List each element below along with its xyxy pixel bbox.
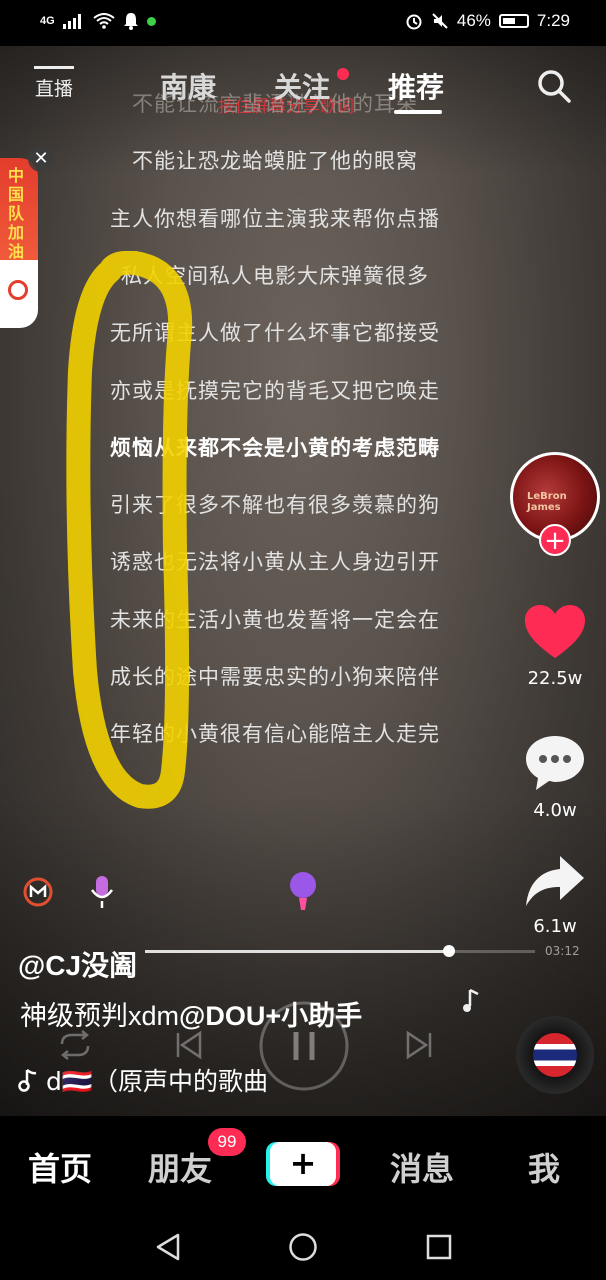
pause-icon[interactable] [258, 1000, 350, 1092]
tab-me[interactable]: 我 [528, 1144, 560, 1190]
green-status-dot [146, 16, 156, 26]
video-player[interactable]: 按住屏幕分享歌词 不能让流言蜚语进入他的耳朵 不能让恐龙蛤蟆脏了他的眼窝 主人你想看… [0, 46, 606, 1116]
music-info[interactable]: d🇹🇭（原声中的歌曲 [18, 1062, 268, 1098]
music-title: d🇹🇭（原声中的歌曲 [46, 1067, 268, 1096]
comment-icon [526, 736, 584, 790]
previous-track-icon[interactable] [174, 1030, 204, 1060]
promo-logo [8, 280, 28, 300]
tab-recommend[interactable]: 推荐 [388, 66, 444, 106]
recents-icon[interactable] [425, 1233, 453, 1261]
promo-text: 中国队加油 [7, 166, 24, 261]
tab-messages[interactable]: 消息 [390, 1144, 454, 1190]
progress-knob[interactable] [443, 945, 456, 957]
disc-cover [533, 1033, 577, 1077]
tab-home-label: 首页 [28, 1150, 93, 1188]
loop-icon[interactable] [58, 1030, 92, 1060]
battery-percent: 46% [456, 11, 491, 30]
comment-button[interactable]: 4.0w [510, 734, 600, 821]
music-note-floating-icon [463, 988, 479, 1012]
battery-icon [498, 14, 529, 28]
active-tab-indicator [394, 110, 442, 114]
tab-messages-label: 消息 [390, 1150, 455, 1188]
back-icon[interactable] [154, 1232, 182, 1262]
clock: 7:29 [536, 11, 570, 30]
top-nav: 直播 南康 关注 推荐 [0, 62, 606, 114]
status-right: 46% 7:29 [405, 11, 570, 31]
duration-label: 03:12 [545, 944, 580, 958]
signal-indicator: 4G [40, 15, 55, 27]
highlight-scribble [66, 251, 193, 809]
effect-m-icon[interactable] [22, 876, 54, 908]
share-count: 6.1w [533, 916, 577, 937]
system-nav-bar [0, 1212, 606, 1280]
tab-following[interactable]: 关注 [274, 66, 330, 106]
tab-home[interactable]: 首页 [28, 1144, 92, 1190]
tab-recommend-label: 推荐 [388, 71, 445, 104]
tab-local[interactable]: 南康 [160, 66, 216, 106]
tab-friends-label: 朋友 [148, 1150, 213, 1188]
notification-bell-icon [123, 13, 138, 30]
close-icon[interactable]: ✕ [28, 146, 54, 172]
author-name[interactable]: @CJ没阖 [18, 944, 137, 984]
status-left: 4G [40, 12, 156, 30]
following-new-dot [337, 68, 349, 80]
heart-icon [525, 605, 585, 658]
like-button[interactable]: 22.5w [510, 604, 600, 689]
music-note-icon [18, 1069, 37, 1092]
lyric-line[interactable]: 主人你想看哪位主演我来帮你点播 [0, 203, 606, 233]
promo-banner[interactable]: 中国队加油 [0, 158, 38, 328]
avatar-text: LeBron James [527, 491, 567, 513]
friends-badge: 99 [208, 1128, 246, 1156]
playback-progress[interactable] [145, 945, 535, 957]
comment-count: 4.0w [533, 800, 577, 821]
mute-icon [432, 13, 448, 29]
wifi-icon [93, 13, 115, 29]
bottom-tab-bar: 首页 朋友 99 + 消息 我 [0, 1116, 606, 1212]
like-count: 22.5w [527, 668, 583, 689]
create-button[interactable]: + [270, 1142, 336, 1186]
share-button[interactable]: 6.1w [510, 854, 600, 937]
voice-assistant-icon[interactable] [286, 870, 320, 914]
caption-text: 神级预判xdm [20, 1001, 180, 1031]
follow-button[interactable]: + [539, 524, 571, 556]
next-track-icon[interactable] [404, 1030, 434, 1060]
search-icon[interactable] [536, 68, 572, 104]
signal-bars-icon [62, 14, 81, 29]
share-arrow-icon [526, 856, 584, 906]
tab-me-label: 我 [528, 1150, 561, 1188]
lyric-line[interactable]: 不能让恐龙蛤蟆脏了他的眼窝 [0, 145, 606, 175]
status-bar: 4G 46% 7:29 [0, 0, 606, 46]
create-plus: + [270, 1142, 336, 1186]
tab-friends[interactable]: 朋友 [148, 1144, 212, 1190]
alarm-icon [406, 14, 422, 30]
live-tv-icon[interactable]: 直播 [34, 66, 74, 106]
music-disc[interactable] [516, 1016, 594, 1094]
progress-fill [145, 950, 450, 953]
microphone-icon[interactable] [88, 874, 116, 910]
home-icon[interactable] [288, 1232, 318, 1262]
tab-following-label: 关注 [274, 71, 331, 104]
tab-local-label: 南康 [160, 71, 217, 104]
live-label: 直播 [34, 78, 73, 100]
